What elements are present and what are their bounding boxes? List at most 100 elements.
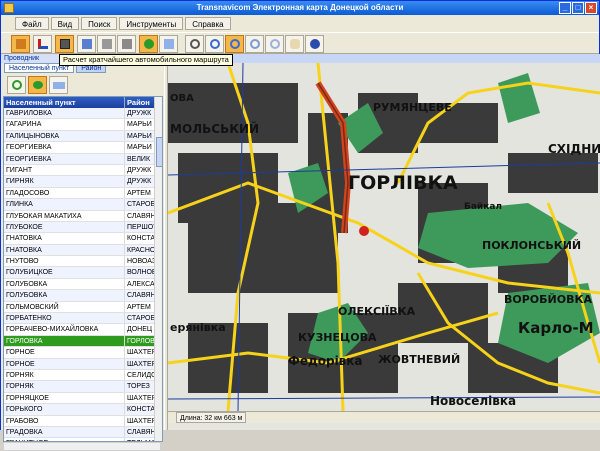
cell-district: СЛАВЯН [127,292,154,300]
table-row[interactable]: ГОЛУБОВКА СЛАВЯН [4,290,154,302]
route-marker[interactable] [359,226,369,236]
table-row[interactable]: ГНАТОВКА КРАСНО [4,244,154,257]
view-button[interactable] [139,35,158,53]
map-view[interactable]: ГОРЛІВКА РУМЯНЦЕВЕ СХІДНИ МОЛЬСЬКИЙ ПОКЛ… [168,54,600,430]
label-fedorivka: Федорівка [288,354,363,368]
maximize-button[interactable]: □ [572,2,584,14]
table-row[interactable]: ГАГАРИНА МАРЬИ [4,119,154,131]
menu-file[interactable]: Файл [15,17,49,30]
cell-settlement: ГЛИНКА [4,199,125,210]
window-icon [82,39,92,49]
zoom-prev-button[interactable] [265,35,284,53]
eraser-button[interactable] [159,35,178,53]
cell-district: ШАХТЕР [127,360,154,368]
table-row[interactable]: ГОЛУБОВКА АЛЕКСА [4,278,154,291]
cell-district: ВЕЛИК [127,155,151,163]
cell-settlement: ГОРБАЧЕВО-МИХАЙЛОВКА [4,324,125,335]
table-row[interactable]: ГОЛУБИЦКОЕ ВОЛНОВ [4,267,154,279]
horizontal-scrollbar[interactable] [3,442,161,451]
table-row[interactable]: ГОРЬКОГО КОНСТА [4,404,154,416]
table-row[interactable]: ГОЛЬМОВСКИЙ АРТЕМ [4,301,154,314]
label-skhidny: СХІДНИ [548,142,600,156]
table-row[interactable]: ГИГАНТ ДРУЖК [4,164,154,177]
vertical-scrollbar[interactable] [154,97,162,441]
cell-settlement: ГРАБОВО [4,415,125,426]
column-district[interactable]: Район [125,97,154,108]
label-mova: ОВА [170,93,194,104]
table-row[interactable]: ГОРБАТЕНКО СТАРОБ [4,313,154,325]
menu-view[interactable]: Вид [50,17,80,30]
table-row[interactable]: ГРАДОВКА СЛАВЯН [4,426,154,439]
table-row[interactable]: ГЛАДОСОВО АРТЕМ [4,187,154,200]
label-kuznetsova: КУЗНЕЦОВА [298,331,377,344]
zoom-prev-icon [270,39,280,49]
cell-district: АЛЕКСА [127,280,154,288]
table-row[interactable]: ГЛУБОКАЯ МАКАТИХА СЛАВЯН [4,210,154,222]
table-row[interactable]: ГРАБОВО ШАХТЕР [4,415,154,427]
table-row[interactable]: ГНАТОВКА КОНСТА [4,233,154,245]
label-karlo: Карло-М [518,319,594,337]
route-tooltip: Расчет кратчайшего автомобильного маршру… [59,54,233,66]
cell-district: СЛАВЯН [127,428,154,436]
menu-search[interactable]: Поиск [81,17,118,30]
layers-button[interactable] [117,35,136,53]
clear-button[interactable] [49,76,68,94]
hand-icon [290,39,300,49]
title-bar: Transnavicom Электронная карта Донецкой … [1,1,599,15]
scroll-thumb[interactable] [156,137,162,167]
cell-district: СЕЛИДО [127,371,154,379]
map-canvas[interactable]: ГОРЛІВКА РУМЯНЦЕВЕ СХІДНИ МОЛЬСЬКИЙ ПОКЛ… [168,63,600,411]
table-row[interactable]: ГЛУБОКОЕПЕРШОТ [4,221,154,234]
cell-settlement: ГНАТОВКА [4,244,125,256]
explorer-panel: Проводник Населенный пункт Район Населен… [1,54,164,451]
label-zerianivka: ерянівка [170,321,226,334]
cell-district: ШАХТЕР [127,394,154,402]
label-oleksiivka: ОЛЕКСІЇВКА [338,304,416,318]
shortest-route-button[interactable] [55,35,74,53]
zoom-window-button[interactable] [225,35,244,53]
zoom-out-icon [210,39,220,49]
zoom-out-button[interactable] [205,35,224,53]
cell-settlement: ГАЛИЦЫНОВКА [4,130,125,142]
column-settlement[interactable]: Населенный пункт [4,97,125,108]
cell-district: ТОРЕЗ [127,383,150,391]
cell-settlement: ГНАТОВКА [4,233,125,244]
route-length: Длина: 32 км 663 м [176,412,247,423]
explorer-toggle-button[interactable] [11,35,30,53]
app-icon [4,3,14,13]
menu-tools[interactable]: Инструменты [119,17,184,30]
cell-district: ДРУЖК [127,166,152,174]
table-row[interactable]: ГОРНЯК ТОРЕЗ [4,381,154,393]
minimize-button[interactable]: _ [559,2,571,14]
print-button[interactable] [97,35,116,53]
window-button[interactable] [77,35,96,53]
close-button[interactable]: × [585,2,597,14]
north-button[interactable] [305,35,324,53]
find-button[interactable] [7,76,26,94]
table-row[interactable]: ГЕОРГИЕВКА ВЕЛИК [4,153,154,165]
table-row[interactable]: ГИРНЯК ДРУЖК [4,176,154,188]
table-row[interactable]: ГАЛИЦЫНОВКА МАРЬИ [4,130,154,143]
table-row[interactable]: ГОРНОЕ ШАХТЕР [4,347,154,359]
list-icon [16,39,26,49]
table-row[interactable]: ГЛИНКА СТАРОБ [4,199,154,211]
eye-icon [33,81,43,89]
menu-help[interactable]: Справка [185,17,231,30]
route-tool-button[interactable] [33,35,52,53]
table-row[interactable]: ГНУТОВО НОВОАЗ [4,256,154,268]
zoom-in-icon [190,39,200,49]
pan-button[interactable] [285,35,304,53]
table-row[interactable]: ГАВРИЛОВКА ДРУЖК [4,108,154,120]
table-row[interactable]: ГОРНЯЦКОЕ ШАХТЕР [4,392,154,405]
table-row[interactable]: ГОРНЯК СЕЛИДО [4,369,154,382]
status-bar: Длина: 32 км 663 м [168,411,600,423]
table-row[interactable]: ГЕОРГИЕВКА МАРЬИ [4,142,154,154]
table-row[interactable]: ГОРНОЕ ШАХТЕР [4,358,154,370]
show-button[interactable] [28,76,47,94]
table-row[interactable]: ГОРБАЧЕВО-МИХАЙЛОВКА ДОНЕЦ [4,324,154,336]
window-controls: _ □ × [559,2,597,14]
table-row[interactable]: ГОРЛОВКА ГОРЛОВ [4,335,154,348]
panel-toolbar [1,74,164,96]
zoom-in-button[interactable] [185,35,204,53]
zoom-extent-button[interactable] [245,35,264,53]
